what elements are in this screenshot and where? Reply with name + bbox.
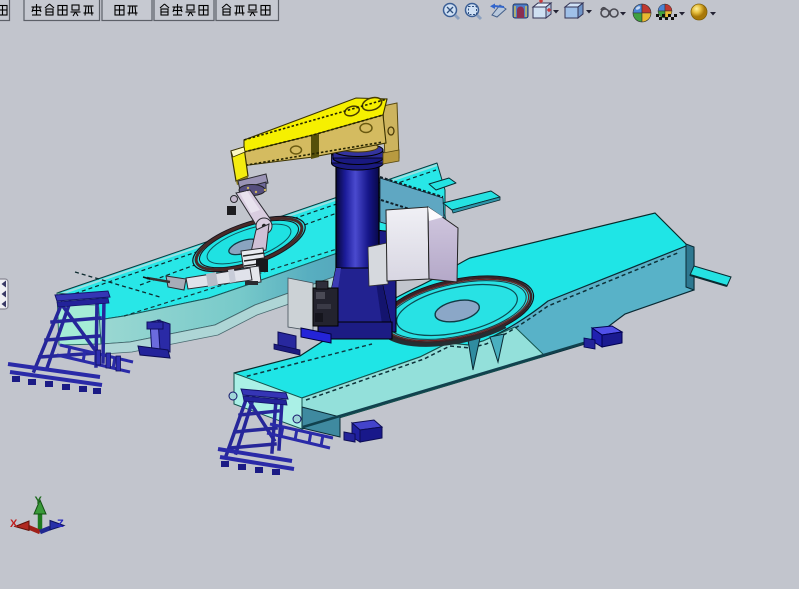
- svg-text:X: X: [10, 518, 18, 530]
- svg-text:Z: Z: [57, 518, 64, 530]
- svg-text:Y: Y: [35, 495, 43, 507]
